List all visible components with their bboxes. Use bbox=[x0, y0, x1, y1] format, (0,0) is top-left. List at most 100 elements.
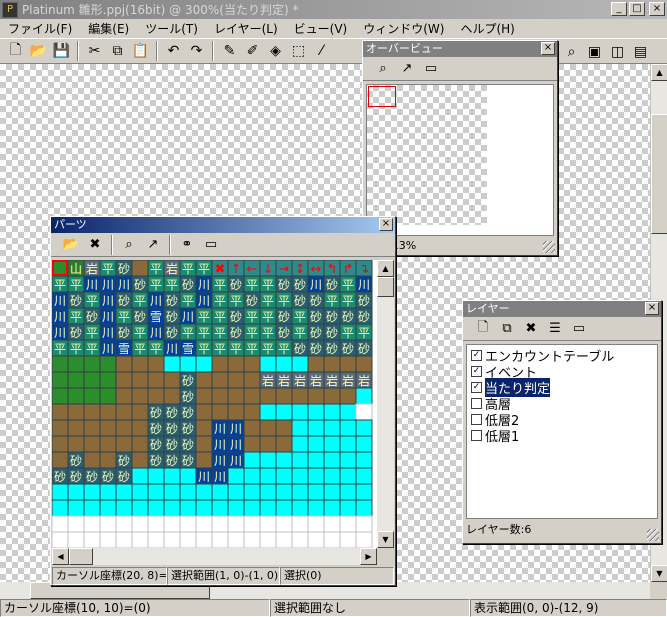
parts-tile[interactable] bbox=[115, 483, 133, 501]
parts-tile[interactable] bbox=[291, 467, 309, 485]
parts-tile[interactable] bbox=[52, 435, 69, 453]
parts-tile[interactable] bbox=[307, 387, 325, 405]
parts-tile[interactable] bbox=[307, 467, 325, 485]
parts-tile[interactable] bbox=[163, 531, 181, 548]
parts-tile[interactable] bbox=[307, 403, 325, 421]
parts-tile[interactable] bbox=[115, 531, 133, 548]
parts-tile[interactable] bbox=[355, 515, 373, 533]
parts-tile[interactable] bbox=[227, 515, 245, 533]
menu-item-4[interactable]: ビュー(V) bbox=[286, 20, 356, 37]
parts-tile[interactable] bbox=[243, 515, 261, 533]
parts-tile[interactable] bbox=[131, 435, 149, 453]
parts-tile[interactable] bbox=[131, 403, 149, 421]
parts-tile[interactable] bbox=[307, 483, 325, 501]
parts-tile[interactable] bbox=[179, 467, 197, 485]
parts-tile[interactable] bbox=[179, 531, 197, 548]
menu-item-3[interactable]: レイヤー(L) bbox=[206, 20, 286, 37]
parts-tile[interactable] bbox=[243, 371, 261, 389]
parts-tile[interactable] bbox=[227, 467, 245, 485]
parts-tile[interactable] bbox=[275, 467, 293, 485]
parts-tile[interactable] bbox=[323, 467, 341, 485]
parts-tile[interactable] bbox=[339, 531, 357, 548]
parts-tile[interactable] bbox=[67, 371, 85, 389]
parts-tile[interactable] bbox=[83, 419, 101, 437]
parts-tile[interactable] bbox=[52, 403, 69, 421]
parts-tile[interactable] bbox=[115, 499, 133, 517]
parts-tile[interactable] bbox=[195, 515, 213, 533]
parts-tile[interactable] bbox=[259, 419, 277, 437]
parts-tile[interactable] bbox=[291, 515, 309, 533]
parts-tile[interactable] bbox=[275, 499, 293, 517]
parts-scroll-down-arrow[interactable]: ▼ bbox=[377, 531, 394, 548]
overview-area[interactable] bbox=[366, 84, 554, 236]
toolbar-eyedropper-icon[interactable]: ⁄ bbox=[310, 40, 333, 62]
parts-tile[interactable] bbox=[83, 515, 101, 533]
layer-properties-icon[interactable]: ☰ bbox=[543, 319, 567, 339]
parts-tile[interactable] bbox=[355, 499, 373, 517]
parts-tile[interactable] bbox=[99, 531, 117, 548]
layer-close-button[interactable]: × bbox=[645, 302, 659, 315]
parts-tile[interactable] bbox=[99, 451, 117, 469]
parts-tile[interactable] bbox=[52, 355, 69, 373]
parts-tile[interactable] bbox=[211, 403, 229, 421]
parts-tile[interactable] bbox=[323, 435, 341, 453]
parts-tile[interactable] bbox=[291, 531, 309, 548]
parts-tile[interactable] bbox=[211, 371, 229, 389]
parts-tile[interactable] bbox=[259, 531, 277, 548]
parts-tile[interactable] bbox=[147, 371, 165, 389]
parts-tile[interactable] bbox=[243, 451, 261, 469]
parts-tile[interactable] bbox=[131, 419, 149, 437]
parts-tile[interactable] bbox=[291, 355, 309, 373]
parts-tile[interactable] bbox=[99, 499, 117, 517]
parts-tile[interactable] bbox=[67, 531, 85, 548]
overview-zoom-in-icon[interactable]: ⌕ bbox=[371, 59, 395, 79]
parts-tile[interactable] bbox=[323, 531, 341, 548]
parts-tile[interactable] bbox=[131, 451, 149, 469]
parts-tile[interactable] bbox=[243, 435, 261, 453]
menu-item-1[interactable]: 編集(E) bbox=[80, 20, 137, 37]
parts-tile[interactable] bbox=[147, 387, 165, 405]
parts-tile[interactable] bbox=[195, 403, 213, 421]
parts-tile[interactable] bbox=[291, 435, 309, 453]
parts-tile[interactable] bbox=[243, 403, 261, 421]
parts-tile[interactable] bbox=[52, 371, 69, 389]
parts-tile[interactable] bbox=[147, 467, 165, 485]
menu-item-5[interactable]: ウィンドウ(W) bbox=[355, 20, 452, 37]
parts-tile[interactable] bbox=[227, 355, 245, 373]
parts-tile[interactable] bbox=[147, 515, 165, 533]
parts-tile[interactable] bbox=[211, 483, 229, 501]
maximize-button[interactable]: □ bbox=[629, 2, 645, 16]
parts-tile[interactable] bbox=[83, 371, 101, 389]
parts-vertical-thumb[interactable] bbox=[377, 277, 394, 297]
parts-tile[interactable] bbox=[52, 451, 69, 469]
parts-tile[interactable] bbox=[195, 499, 213, 517]
parts-tile[interactable] bbox=[211, 531, 229, 548]
parts-scroll-up-arrow[interactable]: ▲ bbox=[377, 260, 394, 277]
parts-tile[interactable] bbox=[163, 483, 181, 501]
parts-tile[interactable] bbox=[147, 483, 165, 501]
parts-tile[interactable] bbox=[259, 435, 277, 453]
parts-titlebar[interactable]: パーツ × bbox=[51, 217, 395, 233]
toolbar-fill-bucket-icon[interactable]: ◈ bbox=[264, 40, 287, 62]
parts-tile[interactable] bbox=[291, 403, 309, 421]
parts-tile[interactable] bbox=[179, 355, 197, 373]
toolbar-zoom-icon[interactable]: ⌕ bbox=[560, 41, 583, 63]
parts-tile[interactable] bbox=[243, 355, 261, 373]
toolbar-new-file-icon[interactable]: 🗋 bbox=[4, 40, 27, 62]
parts-tile[interactable] bbox=[211, 515, 229, 533]
parts-tile[interactable] bbox=[179, 499, 197, 517]
parts-window-icon[interactable]: ▭ bbox=[199, 235, 223, 255]
parts-tile[interactable] bbox=[275, 355, 293, 373]
menu-item-0[interactable]: ファイル(F) bbox=[0, 20, 80, 37]
parts-tile[interactable] bbox=[67, 403, 85, 421]
parts-tile[interactable] bbox=[275, 451, 293, 469]
parts-tile[interactable] bbox=[307, 499, 325, 517]
parts-tile[interactable] bbox=[52, 515, 69, 533]
layer-visibility-checkbox[interactable]: ✓ bbox=[471, 349, 482, 361]
parts-tile[interactable] bbox=[243, 387, 261, 405]
parts-tile[interactable] bbox=[179, 515, 197, 533]
toolbar-layer-window-icon[interactable]: ▤ bbox=[629, 41, 652, 63]
parts-tile[interactable] bbox=[227, 483, 245, 501]
parts-tile[interactable] bbox=[52, 260, 69, 277]
overview-view-rectangle[interactable] bbox=[368, 86, 396, 107]
